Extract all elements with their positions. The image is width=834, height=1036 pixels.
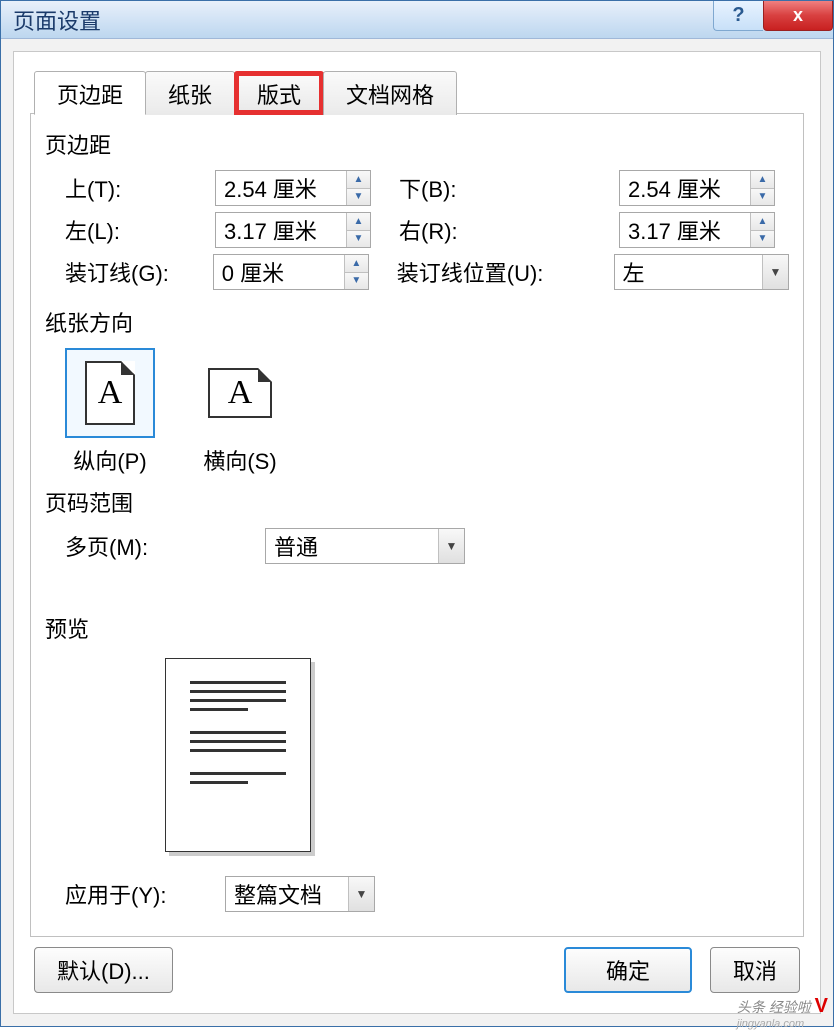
right-label: 右(R):	[399, 214, 458, 246]
tab-grid[interactable]: 文档网格	[323, 71, 457, 115]
right-spinner[interactable]: ▲▼	[619, 212, 775, 248]
margin-row-3: 装订线(G): ▲▼ 装订线位置(U): 左 ▼	[65, 254, 789, 290]
chevron-down-icon: ▼	[348, 877, 374, 911]
landscape-label: 横向(S)	[203, 444, 276, 476]
orientation-row: A 纵向(P) A 横向(S)	[65, 348, 789, 476]
left-spinner[interactable]: ▲▼	[215, 212, 371, 248]
window-controls: ? x	[713, 1, 833, 38]
tab-strip: 页边距 纸张 版式 文档网格	[34, 70, 804, 114]
margin-row-2: 左(L): ▲▼ 右(R): ▲▼	[65, 212, 789, 248]
bottom-spin-buttons[interactable]: ▲▼	[750, 171, 774, 205]
left-input[interactable]	[216, 213, 346, 247]
orientation-landscape[interactable]: A 横向(S)	[195, 348, 285, 476]
gutter-spin-buttons[interactable]: ▲▼	[344, 255, 368, 289]
gutter-spinner[interactable]: ▲▼	[213, 254, 369, 290]
top-spin-buttons[interactable]: ▲▼	[346, 171, 370, 205]
tab-margins[interactable]: 页边距	[34, 71, 146, 115]
top-spinner[interactable]: ▲▼	[215, 170, 371, 206]
ok-button[interactable]: 确定	[564, 947, 692, 993]
multi-value: 普通	[274, 530, 318, 562]
preview-group-title: 预览	[45, 612, 789, 644]
chevron-down-icon: ▼	[438, 529, 464, 563]
page-range-group-title: 页码范围	[45, 486, 789, 518]
portrait-label: 纵向(P)	[73, 444, 146, 476]
right-spin-buttons[interactable]: ▲▼	[750, 213, 774, 247]
dialog-inner: 页边距 纸张 版式 文档网格 页边距 上(T): ▲▼ 下(B):	[13, 51, 821, 1014]
gutter-pos-value: 左	[623, 256, 645, 288]
multi-page-row: 多页(M): 普通 ▼	[65, 528, 789, 564]
tab-panel: 页边距 上(T): ▲▼ 下(B): ▲▼	[30, 113, 804, 937]
dialog-body: 页边距 纸张 版式 文档网格 页边距 上(T): ▲▼ 下(B):	[1, 39, 833, 1026]
left-spin-buttons[interactable]: ▲▼	[346, 213, 370, 247]
help-button[interactable]: ?	[713, 1, 763, 31]
window-title: 页面设置	[13, 4, 101, 36]
gutter-pos-label: 装订线位置(U):	[397, 256, 544, 288]
left-label: 左(L):	[65, 214, 120, 246]
top-label: 上(T):	[65, 172, 121, 204]
right-input[interactable]	[620, 213, 750, 247]
titlebar: 页面设置 ? x	[1, 1, 833, 39]
default-button[interactable]: 默认(D)...	[34, 947, 173, 993]
gutter-pos-select[interactable]: 左 ▼	[614, 254, 790, 290]
orientation-group-title: 纸张方向	[45, 306, 789, 338]
bottom-input[interactable]	[620, 171, 750, 205]
tab-paper[interactable]: 纸张	[145, 71, 235, 115]
gutter-label: 装订线(G):	[65, 256, 169, 288]
orientation-portrait[interactable]: A 纵向(P)	[65, 348, 155, 476]
apply-label: 应用于(Y):	[65, 878, 166, 910]
multi-select[interactable]: 普通 ▼	[265, 528, 465, 564]
gutter-input[interactable]	[214, 255, 344, 289]
landscape-icon: A	[208, 368, 272, 418]
apply-value: 整篇文档	[234, 878, 322, 910]
cancel-button[interactable]: 取消	[710, 947, 800, 993]
margins-group-title: 页边距	[45, 128, 789, 160]
multi-label: 多页(M):	[65, 530, 148, 562]
top-input[interactable]	[216, 171, 346, 205]
chevron-down-icon: ▼	[762, 255, 788, 289]
close-button[interactable]: x	[763, 1, 833, 31]
tab-layout[interactable]: 版式	[234, 71, 324, 115]
bottom-label: 下(B):	[399, 172, 456, 204]
page-setup-dialog: 页面设置 ? x 页边距 纸张 版式 文档网格 页边距 上(T):	[0, 0, 834, 1027]
bottom-spinner[interactable]: ▲▼	[619, 170, 775, 206]
apply-select[interactable]: 整篇文档 ▼	[225, 876, 375, 912]
dialog-footer: 默认(D)... 确定 取消	[30, 937, 804, 997]
portrait-icon: A	[85, 361, 135, 425]
margin-row-1: 上(T): ▲▼ 下(B): ▲▼	[65, 170, 789, 206]
apply-to-row: 应用于(Y): 整篇文档 ▼	[65, 876, 789, 912]
preview-thumbnail	[165, 658, 311, 852]
